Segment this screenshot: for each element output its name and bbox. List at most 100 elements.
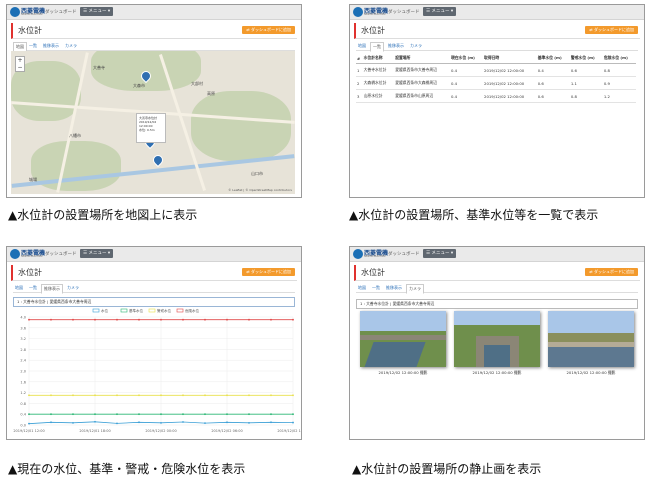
nav-menu-dropdown[interactable]: ☰ メニュー ▾: [80, 7, 114, 16]
table-cell: 0.4: [449, 89, 484, 103]
add-to-dashboard-button[interactable]: ⇄ ダッシュボードに追加: [242, 26, 295, 34]
list-screenshot: 西菱電機 SEIRYO ELECTRIC ダッシュボード ☰ メニュー ▾ 水位…: [349, 4, 645, 198]
tab-camera[interactable]: カメラ: [408, 42, 424, 50]
logo-subtext: SEIRYO ELECTRIC: [364, 13, 386, 16]
data-point: [28, 394, 30, 397]
tab-list[interactable]: 一覧: [370, 284, 382, 292]
column-header: 設置場所: [394, 53, 450, 64]
table-cell: 大善寺水位計: [362, 63, 395, 77]
data-point: [116, 422, 118, 425]
tab-list[interactable]: 一覧: [27, 42, 39, 50]
chart-caption: ▲現在の水位、基準・警戒・危険水位を表示: [8, 462, 246, 476]
add-to-dashboard-button[interactable]: ⇄ ダッシュボードに追加: [242, 268, 295, 276]
table-cell: 0.8: [602, 63, 636, 77]
y-tick-label: 2.4: [20, 359, 26, 363]
water-gauge-table: # 水位計名称 設置場所 現在水位 (m) 取得日時 基準水位 (m) 警戒水位…: [356, 53, 636, 103]
map-label: 大森市: [133, 83, 145, 88]
site-photo[interactable]: [454, 311, 540, 367]
data-point: [72, 421, 74, 424]
column-header: 警戒水位 (m): [569, 53, 603, 64]
data-point: [226, 394, 228, 397]
data-point: [72, 394, 74, 397]
data-point: [94, 394, 96, 397]
tab-list[interactable]: 一覧: [27, 284, 39, 292]
data-point: [72, 318, 74, 321]
page-header: 水位計 ⇄ ダッシュボードに追加: [354, 265, 640, 281]
table-row[interactable]: 2 大森橋水位計 愛媛県西条市大森橋周辺 0.4 2019/12/02 12:0…: [356, 76, 636, 90]
table-cell: 0.6: [536, 76, 570, 90]
site-photo[interactable]: [360, 311, 446, 367]
data-point: [160, 318, 162, 321]
map-label: 八幡市: [69, 133, 81, 138]
water-level-chart: 4.03.63.22.82.42.01.61.20.80.40.02019/12…: [13, 308, 301, 433]
tab-trend[interactable]: 推移表示: [41, 42, 61, 50]
logo-icon: [10, 249, 20, 259]
map-view[interactable]: 大善寺 大森市 八幡市 大部村 高原 城場 山口市 + − 大善寺水位計 201…: [11, 51, 295, 194]
nav-menu-dropdown[interactable]: ☰ メニュー ▾: [423, 249, 457, 258]
top-navbar: 西菱電機 SEIRYO ELECTRIC ダッシュボード ☰ メニュー ▾: [7, 247, 301, 262]
add-to-dashboard-button[interactable]: ⇄ ダッシュボードに追加: [585, 26, 638, 34]
tab-map[interactable]: 地図: [356, 42, 368, 50]
data-point: [292, 421, 294, 424]
table-cell: 1: [356, 63, 363, 77]
nav-dashboard-link[interactable]: ダッシュボード: [45, 251, 77, 257]
data-point: [28, 318, 30, 321]
legend-label: 危険水位: [185, 308, 199, 313]
site-photo[interactable]: [548, 311, 634, 367]
data-point: [204, 413, 206, 416]
table-cell: 2019/12/02 12:00:00: [483, 76, 537, 90]
nav-dashboard-link[interactable]: ダッシュボード: [45, 9, 77, 15]
table-row[interactable]: 3 山原水位計 愛媛県西条市山原周辺 0.4 2019/12/02 12:00:…: [356, 89, 636, 103]
top-navbar: 西菱電機 SEIRYO ELECTRIC ダッシュボード ☰ メニュー ▾: [350, 5, 644, 20]
data-point: [292, 318, 294, 321]
legend-swatch: [176, 308, 184, 313]
data-point: [28, 413, 30, 416]
data-point: [248, 421, 250, 424]
page-title: 水位計: [18, 26, 42, 35]
logo-icon: [10, 7, 20, 17]
table-cell: 0.9: [602, 76, 636, 90]
nav-menu-dropdown[interactable]: ☰ メニュー ▾: [423, 7, 457, 16]
gauge-select[interactable]: 1 : 大善寺水位計 | 愛媛県西条市大善寺周辺: [356, 299, 638, 309]
tab-camera[interactable]: カメラ: [406, 284, 424, 294]
data-point: [204, 422, 206, 425]
data-point: [182, 318, 184, 321]
data-point: [160, 413, 162, 416]
map-marker-icon[interactable]: [150, 152, 166, 168]
nav-dashboard-link[interactable]: ダッシュボード: [388, 251, 420, 257]
page-header: 水位計 ⇄ ダッシュボードに追加: [11, 265, 297, 281]
zoom-in-button[interactable]: +: [16, 57, 24, 64]
table-cell: 大森橋水位計: [362, 76, 395, 90]
data-point: [182, 413, 184, 416]
tab-map[interactable]: 地図: [13, 284, 25, 292]
zoom-out-button[interactable]: −: [16, 64, 24, 71]
nav-menu-dropdown[interactable]: ☰ メニュー ▾: [80, 249, 114, 258]
nav-dashboard-link[interactable]: ダッシュボード: [388, 9, 420, 15]
data-point: [50, 421, 52, 424]
map-label: 大善寺: [93, 65, 105, 70]
map-attribution: © Leaflet | © OpenStreetMap contributors: [228, 188, 292, 192]
gauge-select[interactable]: 1 : 大善寺水位計 | 愛媛県西条市大善寺周辺: [13, 297, 295, 307]
table-cell: 0.4: [536, 63, 570, 77]
popup-line: 水位: 0.5m: [139, 128, 155, 132]
table-cell: 0.8: [569, 89, 603, 103]
tab-map[interactable]: 地図: [356, 284, 368, 292]
tab-list[interactable]: 一覧: [370, 42, 384, 52]
map-screenshot: 西菱電機 SEIRYO ELECTRIC ダッシュボード ☰ メニュー ▾ 水位…: [6, 4, 302, 198]
x-tick-label: 2019/12/01 12:00: [13, 429, 44, 433]
tab-camera[interactable]: カメラ: [65, 284, 81, 292]
page-title: 水位計: [361, 26, 385, 35]
table-cell: 愛媛県西条市山原周辺: [394, 89, 450, 103]
tab-camera[interactable]: カメラ: [63, 42, 79, 50]
view-tabs: 地図 一覧 推移表示 カメラ: [356, 41, 638, 52]
y-tick-label: 2.8: [20, 348, 26, 352]
tab-trend[interactable]: 推移表示: [384, 284, 404, 292]
table-row[interactable]: 1 大善寺水位計 愛媛県西条市大善寺周辺 0.4 2019/12/02 12:0…: [356, 63, 636, 77]
add-to-dashboard-button[interactable]: ⇄ ダッシュボードに追加: [585, 268, 638, 276]
tab-trend[interactable]: 推移表示: [386, 42, 406, 50]
y-tick-label: 4.0: [20, 316, 26, 320]
column-header: 現在水位 (m): [449, 53, 484, 64]
page-header: 水位計 ⇄ ダッシュボードに追加: [354, 23, 640, 39]
map-label: 城場: [29, 177, 37, 182]
tab-trend[interactable]: 推移表示: [41, 284, 63, 294]
